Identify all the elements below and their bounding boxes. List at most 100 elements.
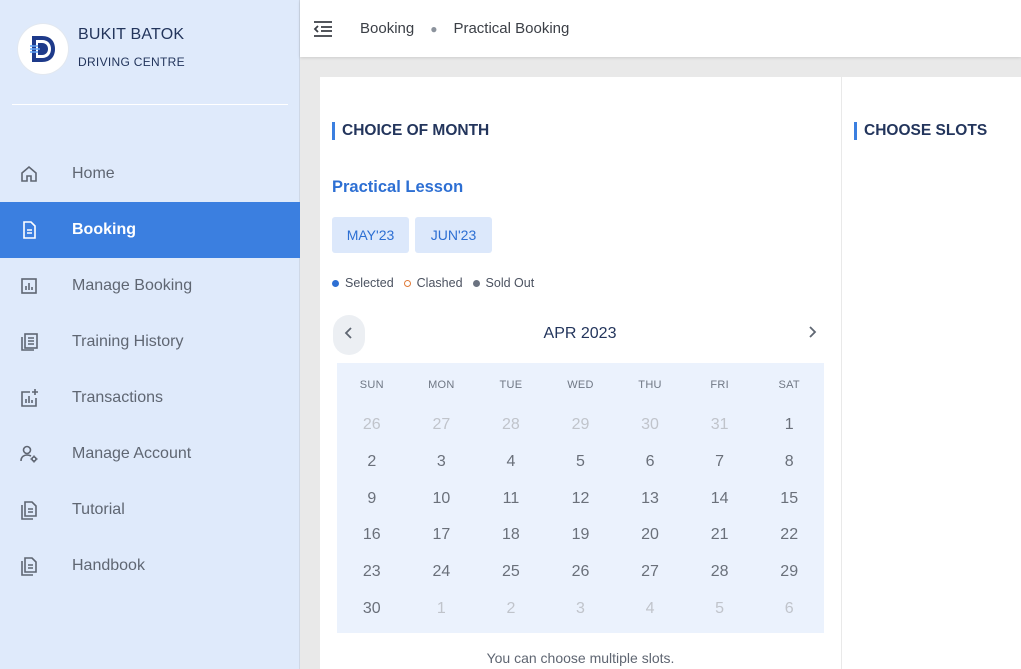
document-icon: [18, 219, 40, 241]
weekday-label: THU: [638, 379, 662, 391]
legend-clashed: Clashed: [403, 276, 463, 290]
weekday-label: MON: [428, 379, 455, 391]
weekday-label: SAT: [778, 379, 800, 391]
calendar-day[interactable]: 7: [685, 453, 755, 471]
sidebar-item-label: Manage Account: [72, 445, 192, 462]
sidebar-item-label: Handbook: [72, 557, 145, 574]
lesson-title: Practical Lesson: [332, 178, 464, 196]
sidebar-item-booking[interactable]: Booking: [0, 202, 300, 258]
sold-out-dot-icon: [472, 279, 480, 287]
calendar-day[interactable]: 25: [476, 563, 546, 581]
legend-sold-out: Sold Out: [472, 276, 534, 290]
sidebar-item-transactions[interactable]: Transactions: [0, 370, 300, 426]
calendar-day-outside-month: 2: [506, 599, 516, 617]
calendar-day[interactable]: 18: [476, 526, 546, 544]
calendar-day[interactable]: 27: [615, 563, 685, 581]
calendar-week-row: 9 10 11 12 13 14 15: [337, 480, 824, 517]
calendar-next-button[interactable]: [801, 323, 823, 345]
month-button-may[interactable]: MAY'23: [332, 217, 409, 253]
month-button-jun[interactable]: JUN'23: [415, 217, 492, 253]
sidebar-item-label: Manage Booking: [72, 277, 193, 294]
calendar-day-outside-month: 28: [502, 416, 520, 434]
calendar-day[interactable]: 26: [546, 563, 616, 581]
chevron-left-icon: [344, 326, 354, 345]
calendar-week-row: 16 17 18 19 20 21 22: [337, 517, 824, 554]
sidebar-item-label: Home: [72, 165, 115, 182]
calendar-day[interactable]: 9: [337, 490, 407, 508]
calendar-day[interactable]: 28: [685, 563, 755, 581]
calendar-day[interactable]: 8: [754, 453, 824, 471]
calendar-day[interactable]: 5: [546, 453, 616, 471]
file-icon: [18, 499, 40, 521]
sidebar: BUKIT BATOK DRIVING CENTRE Home Booking …: [0, 0, 300, 669]
calendar-body: 26 27 28 29 30 31 1 2 3 4 5 6 7 8 9 10 11 12 13 14 15 16 17 18 1…: [337, 407, 824, 627]
calendar-day[interactable]: 29: [754, 563, 824, 581]
calendar-day[interactable]: 16: [337, 526, 407, 544]
list-icon: [18, 331, 40, 353]
calendar-week-row: 23 24 25 26 27 28 29: [337, 554, 824, 591]
calendar-day[interactable]: 1: [754, 416, 824, 434]
calendar-day-outside-month: 6: [784, 599, 794, 617]
choose-slots-title: CHOOSE SLOTS: [854, 122, 987, 140]
selected-dot-icon: [332, 279, 339, 287]
sidebar-item-training-history[interactable]: Training History: [0, 314, 300, 370]
calendar-day[interactable]: 23: [337, 563, 407, 581]
clashed-dot-icon: [403, 279, 411, 287]
sidebar-item-label: Transactions: [72, 389, 163, 406]
legend: Selected Clashed Sold Out: [332, 276, 544, 290]
sidebar-item-manage-account[interactable]: Manage Account: [0, 426, 300, 482]
sidebar-item-label: Tutorial: [72, 501, 125, 518]
legend-selected: Selected: [332, 276, 394, 290]
calendar-day[interactable]: 21: [685, 526, 755, 544]
calendar-day-outside-month: 30: [641, 416, 659, 434]
brand-divider: [12, 104, 288, 105]
calendar-weekday-header: SUN MON TUE WED THU FRI SAT: [337, 363, 824, 407]
sidebar-item-tutorial[interactable]: Tutorial: [0, 482, 300, 538]
calendar-day[interactable]: 6: [615, 453, 685, 471]
choose-slots-panel: CHOOSE SLOTS: [842, 77, 1021, 669]
calendar-day[interactable]: 17: [407, 526, 477, 544]
calendar-day[interactable]: 11: [476, 490, 546, 508]
calendar-day[interactable]: 12: [546, 490, 616, 508]
weekday-label: FRI: [710, 379, 729, 391]
weekday-label: WED: [567, 379, 594, 391]
menu-collapse-icon[interactable]: [312, 18, 334, 40]
calendar-day-outside-month: 4: [645, 599, 655, 617]
calendar-day-outside-month: 29: [571, 416, 590, 434]
bar-chart-icon: [18, 275, 40, 297]
breadcrumb-booking[interactable]: Booking: [360, 20, 414, 37]
calendar-day[interactable]: 24: [407, 563, 477, 581]
calendar-day-outside-month: 3: [576, 599, 585, 617]
calendar-day[interactable]: 10: [407, 490, 477, 508]
sidebar-item-home[interactable]: Home: [0, 146, 300, 202]
calendar-day[interactable]: 15: [754, 490, 824, 508]
calendar-day[interactable]: 30: [337, 600, 407, 618]
calendar-week-row: 30 1 2 3 4 5 6: [337, 590, 824, 627]
calendar-day-outside-month: 31: [710, 416, 729, 434]
calendar-day-outside-month: 26: [362, 416, 381, 434]
calendar-day[interactable]: 2: [337, 453, 407, 471]
calendar-day[interactable]: 20: [615, 526, 685, 544]
top-bar: Booking ● Practical Booking: [300, 0, 1021, 57]
brand-subtitle: DRIVING CENTRE: [78, 55, 185, 69]
calendar-day[interactable]: 14: [685, 490, 755, 508]
brand-name: BUKIT BATOK: [78, 26, 185, 43]
brand[interactable]: BUKIT BATOK DRIVING CENTRE: [18, 24, 185, 78]
sidebar-item-manage-booking[interactable]: Manage Booking: [0, 258, 300, 314]
chart-plus-icon: [18, 387, 40, 409]
weekday-label: TUE: [499, 379, 523, 391]
weekday-label: SUN: [359, 379, 384, 391]
calendar-day[interactable]: 4: [476, 453, 546, 471]
calendar-day[interactable]: 3: [407, 453, 477, 471]
calendar-grid: SUN MON TUE WED THU FRI SAT 26 27 28 29 30 31…: [337, 363, 824, 633]
calendar-day[interactable]: 19: [546, 526, 616, 544]
breadcrumb-practical-booking: Practical Booking: [453, 20, 570, 37]
calendar-prev-button[interactable]: [333, 315, 365, 355]
calendar-day[interactable]: 22: [754, 526, 824, 544]
sidebar-item-handbook[interactable]: Handbook: [0, 538, 300, 594]
calendar-day[interactable]: 13: [615, 490, 685, 508]
calendar-month-title: APR 2023: [543, 325, 617, 342]
brand-logo: [18, 24, 68, 74]
breadcrumb-separator: ●: [430, 21, 438, 36]
home-icon: [18, 163, 40, 185]
